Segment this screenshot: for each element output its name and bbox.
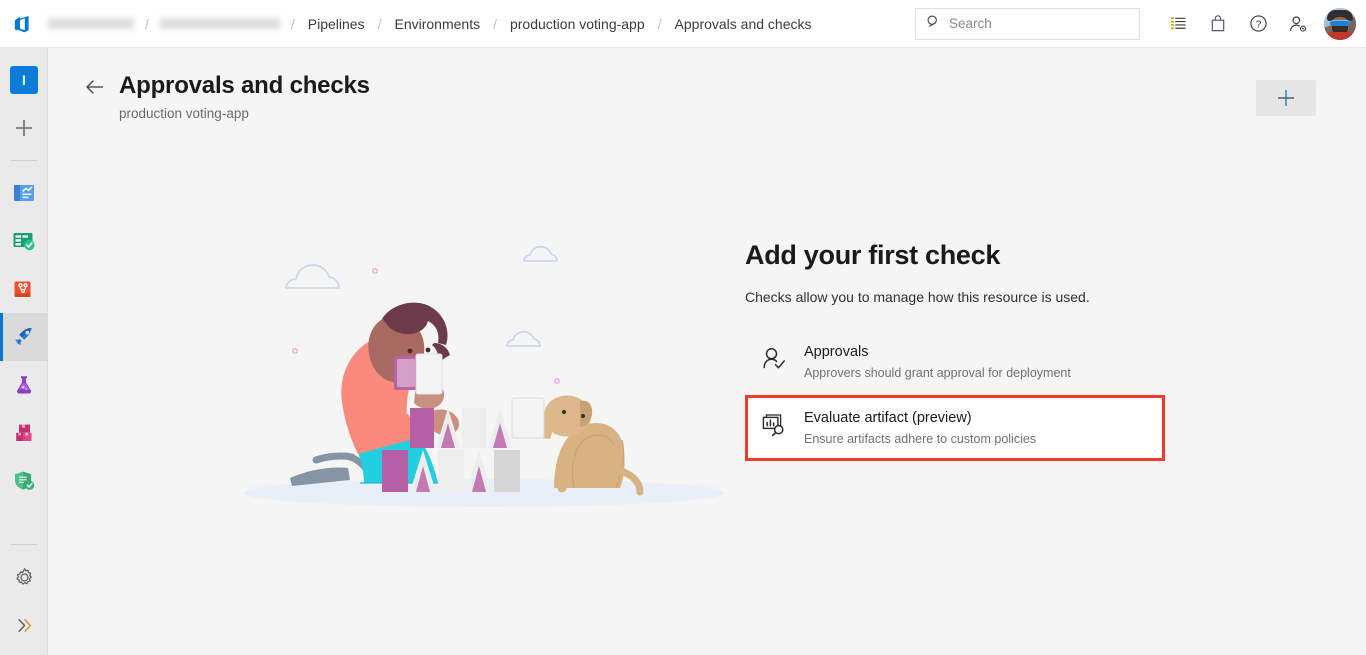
empty-state-illustration (194, 188, 754, 518)
search-icon (926, 14, 941, 34)
artifact-inspect-icon (760, 411, 788, 439)
add-check-button[interactable] (1256, 80, 1316, 116)
avatar[interactable] (1324, 7, 1356, 40)
check-option-text: Evaluate artifact (preview) Ensure artif… (804, 409, 1036, 447)
check-option-title: Evaluate artifact (preview) (804, 410, 972, 426)
check-option-evaluate-artifact[interactable]: Evaluate artifact (preview) Ensure artif… (745, 395, 1165, 461)
page-title: Approvals and checks (119, 72, 370, 99)
user-settings-icon[interactable] (1278, 4, 1318, 44)
sidebar-item-repos[interactable] (0, 265, 48, 313)
check-option-subtitle: Approvers should grant approval for depl… (804, 366, 1071, 380)
plus-icon (1278, 90, 1294, 106)
sidebar-item-test-plans[interactable] (0, 361, 48, 409)
rail-bottom-divider (11, 544, 37, 545)
breadcrumb-approvals-and-checks[interactable]: Approvals and checks (673, 16, 814, 32)
expand-chevrons-icon[interactable] (0, 601, 48, 649)
sidebar-item-advanced-security[interactable] (0, 457, 48, 505)
boards-list-icon[interactable] (1158, 4, 1198, 44)
breadcrumb-project[interactable] (159, 18, 280, 29)
project-settings-gear-icon[interactable] (0, 553, 48, 601)
empty-state-heading: Add your first check (745, 240, 1001, 270)
rail-bottom-group (0, 536, 48, 649)
search-input[interactable] (949, 16, 1129, 31)
project-badge-label: I (22, 72, 26, 88)
check-option-text: Approvals Approvers should grant approva… (804, 343, 1071, 381)
breadcrumb-organization[interactable] (48, 18, 134, 29)
person-check-icon (760, 345, 788, 373)
marketplace-bag-icon[interactable] (1198, 4, 1238, 44)
add-new-icon[interactable] (0, 104, 48, 152)
sidebar-item-pipelines[interactable] (0, 313, 48, 361)
sidebar-item-artifacts[interactable] (0, 409, 48, 457)
breadcrumb-separator: / (377, 15, 382, 32)
avatar-sunglasses (1330, 19, 1350, 26)
breadcrumb: / / Pipelines / Environments / productio… (48, 0, 814, 48)
help-question-icon[interactable]: ? (1238, 4, 1278, 44)
back-arrow-icon[interactable] (84, 76, 106, 98)
check-option-approvals[interactable]: Approvals Approvers should grant approva… (745, 329, 1165, 395)
page-header: Approvals and checks production voting-a… (49, 48, 1366, 121)
page-subtitle: production voting-app (119, 106, 249, 121)
check-option-subtitle: Ensure artifacts adhere to custom polici… (804, 432, 1037, 446)
rail-divider (10, 160, 37, 161)
empty-state-description: Checks allow you to manage how this reso… (745, 289, 1090, 305)
top-bar-actions: ? (915, 0, 1366, 48)
breadcrumb-environments[interactable]: Environments (393, 16, 483, 32)
sidebar-item-overview[interactable] (0, 169, 48, 217)
breadcrumb-environment-name[interactable]: production voting-app (508, 16, 647, 32)
breadcrumb-separator: / (145, 15, 149, 32)
breadcrumb-pipelines[interactable]: Pipelines (306, 16, 367, 32)
search-box[interactable] (915, 7, 1140, 40)
avatar-shirt (1325, 31, 1355, 40)
sidebar-item-boards[interactable] (0, 217, 48, 265)
breadcrumb-separator: / (493, 15, 497, 32)
azure-devops-logo-icon[interactable] (0, 0, 48, 48)
breadcrumb-separator: / (657, 15, 662, 32)
main-content: Approvals and checks production voting-a… (49, 48, 1366, 655)
check-option-title: Approvals (804, 344, 869, 360)
top-navigation-bar: / / Pipelines / Environments / productio… (0, 0, 1366, 48)
empty-state-panel: Add your first check Checks allow you to… (745, 240, 1165, 461)
left-navigation-rail: I (0, 48, 48, 655)
project-badge[interactable]: I (0, 56, 48, 104)
check-type-list: Approvals Approvers should grant approva… (745, 329, 1165, 461)
svg-text:?: ? (1255, 20, 1261, 31)
breadcrumb-separator: / (290, 15, 295, 32)
